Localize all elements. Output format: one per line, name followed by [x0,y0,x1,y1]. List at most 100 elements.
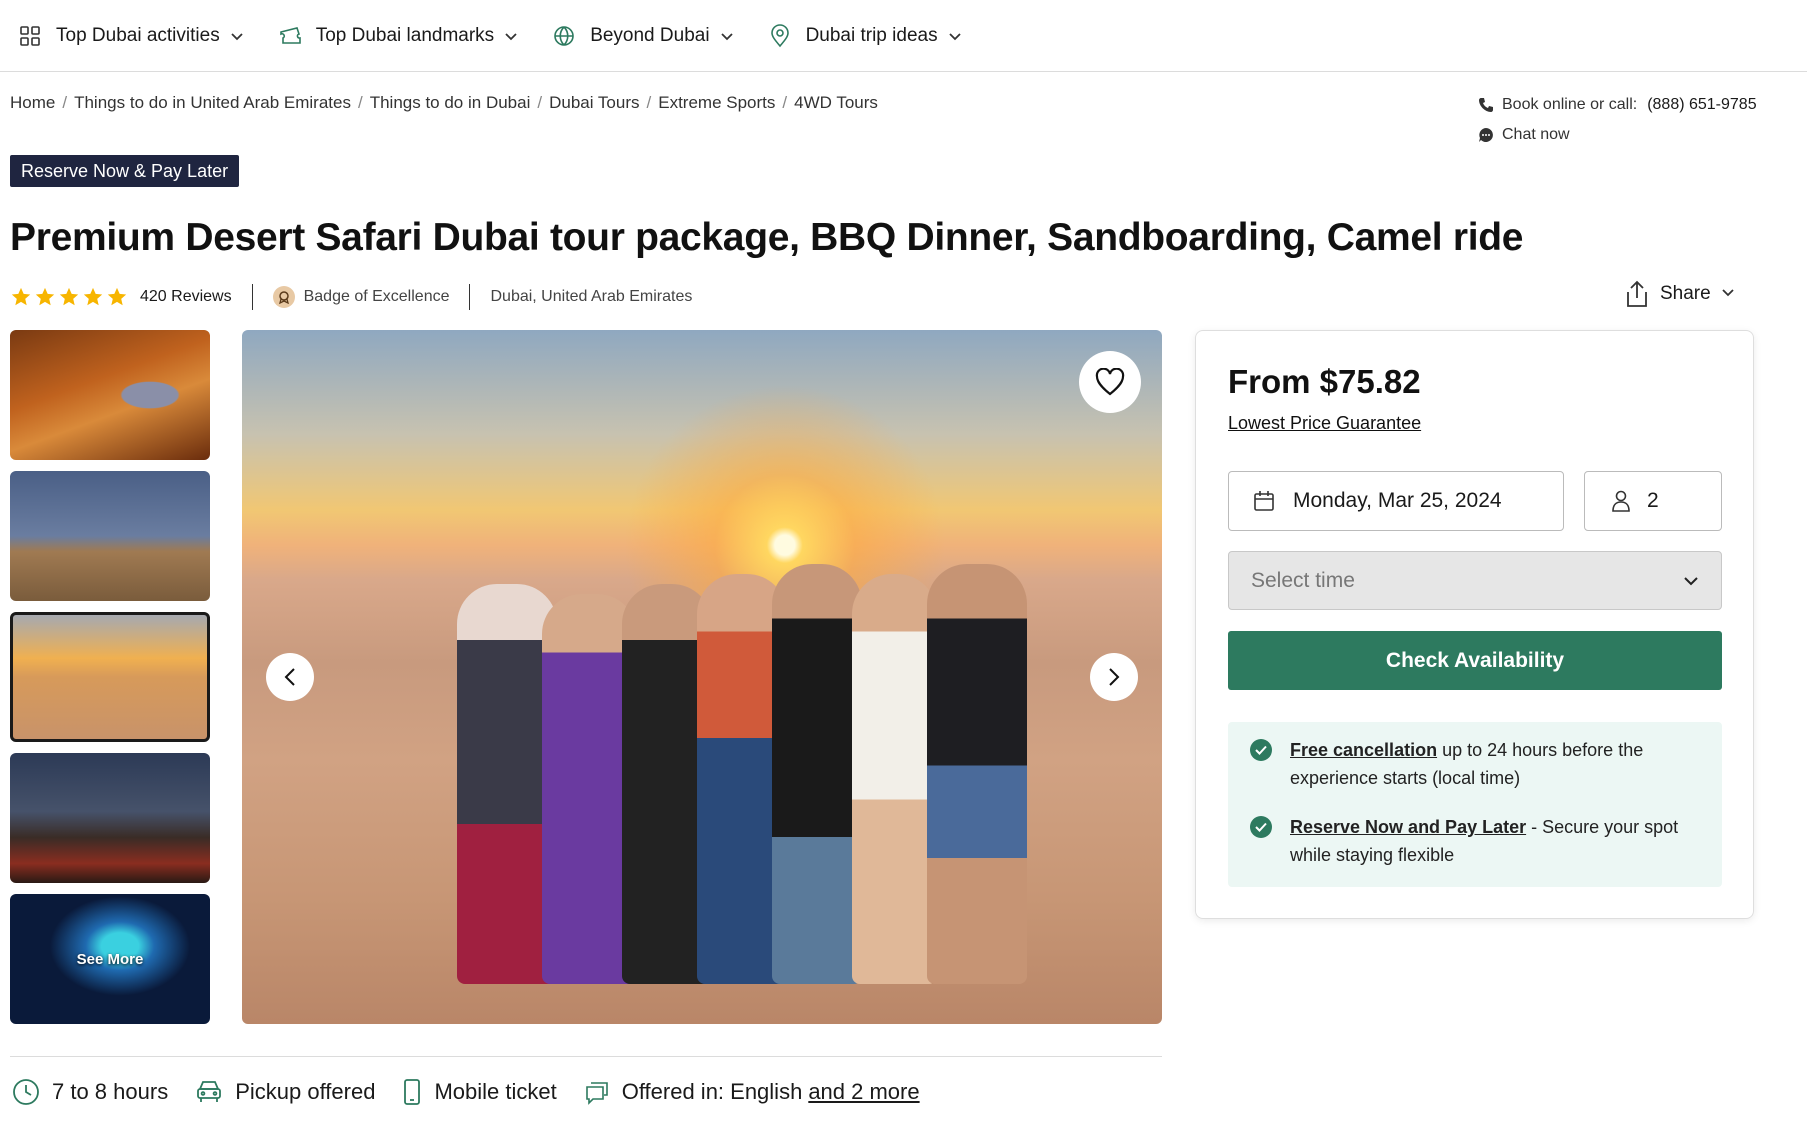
main-gallery-photo [242,330,1162,1024]
tour-features: 7 to 8 hours Pickup offered Mobile ticke… [12,1078,947,1106]
mobile-ticket-label: Mobile ticket [434,1079,557,1104]
see-more-label: See More [76,950,144,968]
nav-label: Beyond Dubai [590,24,710,46]
feature-duration: 7 to 8 hours [12,1078,168,1106]
photo-figure [852,574,937,984]
nav-label: Top Dubai activities [56,24,220,46]
grid-icon [18,24,42,48]
checkmark-icon [1250,739,1272,761]
product-meta: 420 Reviews Badge of Excellence Dubai, U… [10,283,692,311]
breadcrumb-uae[interactable]: Things to do in United Arab Emirates [74,93,351,113]
booking-perks: Free cancellation up to 24 hours before … [1228,722,1722,887]
globe-icon [552,24,576,48]
breadcrumb-home[interactable]: Home [10,93,55,113]
reserve-now-pay-later-link[interactable]: Reserve Now and Pay Later [1290,817,1526,837]
nav-label: Dubai trip ideas [805,24,938,46]
star-icon [59,287,79,306]
phone-row: Book online or call: (888) 651-9785 [1478,94,1757,116]
time-select-placeholder: Select time [1251,568,1355,592]
lowest-price-guarantee-link[interactable]: Lowest Price Guarantee [1228,413,1421,434]
breadcrumb-extreme-sports[interactable]: Extreme Sports [658,93,775,113]
rating-stars[interactable] [10,286,130,308]
car-icon [197,1081,222,1102]
chevron-left-icon [284,668,295,686]
languages-label: Offered in: English [621,1079,803,1104]
chevron-down-icon [1684,576,1698,585]
book-online-label: Book online or call: [1502,96,1638,113]
perk-reserve-now: Reserve Now and Pay Later - Secure your … [1250,813,1700,869]
share-icon [1627,280,1647,307]
chat-row[interactable]: Chat now [1478,124,1757,146]
chevron-down-icon [230,29,244,43]
clock-icon [13,1079,39,1105]
gallery-thumbnail[interactable] [10,753,210,883]
chevron-down-icon [948,29,962,43]
star-icon [11,287,31,306]
feature-mobile-ticket: Mobile ticket [402,1078,557,1106]
phone-number[interactable]: (888) 651-9785 [1647,96,1756,114]
gallery-see-more[interactable]: See More [10,894,210,1024]
star-icon [83,287,103,306]
perk-text: Free cancellation up to 24 hours before … [1290,736,1700,792]
pickup-label: Pickup offered [235,1079,376,1104]
feature-languages: Offered in: English and 2 more [584,1079,920,1105]
perk-text: Reserve Now and Pay Later - Secure your … [1290,813,1700,869]
top-navigation: Top Dubai activities Top Dubai landmarks… [0,0,1807,72]
contact-block: Book online or call: (888) 651-9785 Chat… [1478,94,1757,154]
duration-label: 7 to 8 hours [52,1079,169,1104]
chevron-down-icon [504,29,518,43]
location-label: Dubai, United Arab Emirates [490,288,693,305]
page-title: Premium Desert Safari Dubai tour package… [10,216,1524,259]
more-languages-link[interactable]: and 2 more [808,1079,919,1105]
section-divider [10,1056,1162,1057]
person-icon [1612,490,1630,512]
breadcrumb-separator: / [62,93,68,112]
photo-figure [772,564,862,984]
heart-icon [1095,368,1125,396]
chevron-down-icon [1721,283,1745,305]
perk-free-cancellation: Free cancellation up to 24 hours before … [1250,736,1700,792]
gallery-thumbnail-active[interactable] [10,612,210,742]
breadcrumb-dubai[interactable]: Things to do in Dubai [370,93,531,113]
badge-of-excellence-icon [272,286,295,308]
gallery-thumbnail[interactable] [10,330,210,460]
price-from: From $75.82 [1228,363,1421,400]
breadcrumb-separator: / [646,93,652,112]
star-icon [107,287,127,306]
breadcrumb-separator: / [357,93,363,112]
ticket-icon [278,24,302,48]
chat-now-link[interactable]: Chat now [1502,126,1570,144]
speech-bubble-icon [585,1082,608,1105]
phone-icon [1479,98,1493,112]
selected-date: Monday, Mar 25, 2024 [1293,489,1502,512]
time-select[interactable]: Select time [1228,551,1722,610]
reviews-count-link[interactable]: 420 Reviews [140,288,232,306]
wishlist-heart-button[interactable] [1079,351,1141,413]
share-label: Share [1660,283,1711,304]
nav-beyond-dubai[interactable]: Beyond Dubai [552,24,733,48]
mobile-phone-icon [404,1079,421,1105]
chevron-down-icon [720,29,734,43]
breadcrumb-separator: / [537,93,543,112]
meta-divider [469,284,471,310]
travelers-picker[interactable]: 2 [1584,471,1722,531]
star-icon [35,287,55,306]
reserve-pay-later-badge: Reserve Now & Pay Later [10,155,240,187]
nav-label: Top Dubai landmarks [315,24,495,46]
nav-trip-ideas[interactable]: Dubai trip ideas [768,23,962,48]
breadcrumb-dubai-tours[interactable]: Dubai Tours [549,93,639,113]
share-button[interactable]: Share [1624,280,1745,308]
gallery-thumbnail[interactable] [10,471,210,601]
breadcrumb-4wd-tours[interactable]: 4WD Tours [794,93,878,113]
gallery-prev-button[interactable] [266,653,314,701]
nav-top-activities[interactable]: Top Dubai activities [18,24,244,48]
breadcrumb: Home / Things to do in United Arab Emirat… [10,93,878,113]
badge-of-excellence: Badge of Excellence [303,288,450,305]
nav-top-landmarks[interactable]: Top Dubai landmarks [278,24,518,48]
date-picker[interactable]: Monday, Mar 25, 2024 [1228,471,1564,531]
check-availability-button[interactable]: Check Availability [1228,631,1722,690]
gallery-next-button[interactable] [1090,653,1138,701]
free-cancellation-link[interactable]: Free cancellation [1290,740,1437,760]
checkmark-icon [1250,816,1272,838]
meta-divider [251,284,253,310]
